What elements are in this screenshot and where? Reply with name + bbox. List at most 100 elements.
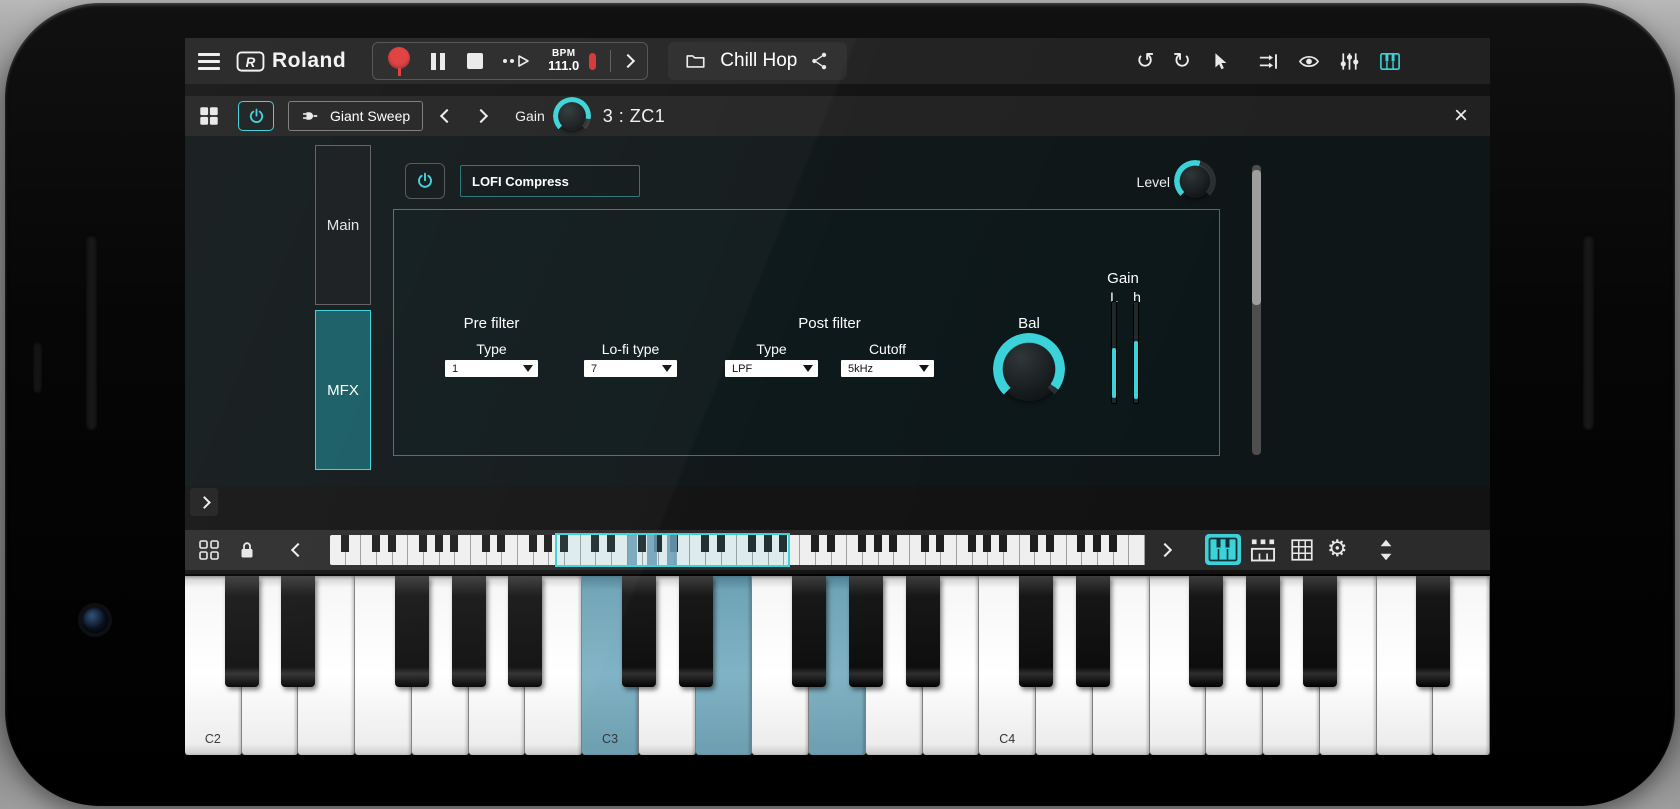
mini-black-key: [1077, 535, 1086, 552]
transport-expand-button[interactable]: [621, 53, 636, 69]
close-button[interactable]: ×: [1446, 101, 1476, 131]
keyboard-scroll-right-button[interactable]: [1152, 537, 1178, 563]
bpm-display[interactable]: BPM 111.0: [548, 48, 579, 73]
share-icon[interactable]: [810, 50, 831, 72]
cutoff-select[interactable]: 5kHz: [841, 360, 934, 377]
apps-grid-icon[interactable]: [198, 105, 220, 127]
editor-scrollbar[interactable]: [1252, 165, 1261, 455]
mini-pressed-note: [667, 535, 678, 565]
panel-expand-button[interactable]: [190, 488, 218, 516]
black-key-Gs2[interactable]: [451, 576, 486, 687]
song-title[interactable]: Chill Hop: [720, 50, 797, 72]
mini-pressed-note: [647, 535, 658, 565]
black-key-As4[interactable]: [1302, 576, 1337, 687]
mini-black-key: [372, 535, 381, 552]
keyboard-scroll-left-button[interactable]: [285, 537, 311, 563]
bal-knob[interactable]: [997, 337, 1061, 401]
pads-icon[interactable]: [197, 538, 221, 562]
black-key-Fs2[interactable]: [394, 576, 429, 687]
roland-logo: R Roland: [236, 49, 346, 73]
song-section: Chill Hop: [668, 42, 848, 80]
speaker-grille-left: [86, 233, 97, 429]
black-key-Gs4[interactable]: [1246, 576, 1281, 687]
mini-black-key: [998, 535, 1007, 552]
redo-button[interactable]: ↻: [1173, 50, 1191, 72]
scrollbar-thumb[interactable]: [1252, 170, 1261, 305]
lofi-type-value: 7: [591, 362, 598, 375]
grid-view-icon[interactable]: [1289, 537, 1315, 563]
patch-prev-button[interactable]: [433, 102, 461, 130]
black-key-Cs2[interactable]: [224, 576, 259, 687]
piano-keyboard[interactable]: C2 C3 C4: [185, 574, 1490, 755]
count-dot-icon: [503, 59, 508, 63]
gain-high-fill: [1134, 341, 1138, 399]
black-key-Fs4[interactable]: [1189, 576, 1224, 687]
pause-button[interactable]: [431, 52, 446, 70]
black-key-Ds3[interactable]: [678, 576, 713, 687]
record-stem: [398, 68, 402, 76]
pointer-tool-icon[interactable]: [1209, 50, 1231, 73]
scene: R Roland BPM 111.0 Chill Hop ↺ ↻ Giant S…: [0, 0, 1680, 809]
piano-view-icon[interactable]: [1378, 50, 1402, 73]
speaker-grille-right: [1583, 233, 1594, 429]
black-key-Fs3[interactable]: [792, 576, 827, 687]
hold-lock-icon[interactable]: [235, 538, 259, 562]
menu-button[interactable]: [198, 52, 220, 70]
black-key-Cs3[interactable]: [621, 576, 656, 687]
stop-button[interactable]: [467, 53, 484, 69]
count-in-button[interactable]: [503, 54, 530, 68]
lofi-type-label: Lo-fi type: [601, 341, 660, 357]
dropdown-caret-icon: [662, 365, 672, 372]
black-key-Cs5[interactable]: [1416, 576, 1451, 687]
mini-keyboard[interactable]: [330, 533, 1145, 567]
mini-black-key: [434, 535, 443, 552]
mini-keyboard-viewport[interactable]: [554, 533, 790, 567]
gain-label: Gain: [515, 108, 545, 124]
plugin-power-button[interactable]: [238, 101, 274, 131]
black-key-As3[interactable]: [905, 576, 940, 687]
mini-key: [408, 535, 428, 565]
folder-icon[interactable]: [684, 50, 707, 72]
postfilter-type-select[interactable]: LPF: [725, 360, 818, 377]
beat-indicator: [589, 52, 597, 70]
mixer-sliders-icon[interactable]: [1338, 50, 1361, 73]
patch-selector[interactable]: Giant Sweep: [288, 101, 424, 131]
routing-icon[interactable]: [1257, 50, 1280, 73]
tab-main[interactable]: Main: [315, 145, 371, 305]
prefilter-type-select[interactable]: 1: [445, 360, 538, 377]
gear-icon[interactable]: ⚙: [1327, 537, 1348, 560]
level-knob[interactable]: [1178, 164, 1212, 198]
gain-low-slider[interactable]: [1111, 301, 1117, 404]
prefilter-type-value: 1: [452, 362, 459, 375]
power-icon: [249, 108, 263, 123]
gain-high-slider[interactable]: [1133, 301, 1139, 404]
bpm-value: 111.0: [548, 58, 580, 74]
count-dot-icon: [510, 59, 515, 63]
keys-and-pads-view-icon[interactable]: [1249, 536, 1277, 564]
black-key-Gs3[interactable]: [848, 576, 883, 687]
mini-black-key: [1045, 535, 1054, 552]
postfilter-heading: Post filter: [798, 315, 861, 332]
effect-power-button[interactable]: [405, 163, 445, 199]
black-key-Cs4[interactable]: [1019, 576, 1054, 687]
mini-black-key: [481, 535, 490, 552]
black-key-As2[interactable]: [508, 576, 543, 687]
record-button[interactable]: [387, 45, 411, 77]
gain-meter-heading: Gain: [1107, 270, 1139, 287]
mini-key: [847, 535, 866, 565]
keyboard-view-button[interactable]: [1205, 534, 1241, 565]
effect-name-box[interactable]: LOFI Compress: [460, 165, 640, 197]
black-key-Ds2[interactable]: [281, 576, 316, 687]
expand-vertical-icon[interactable]: [1373, 536, 1399, 564]
roland-logo-text: Roland: [272, 49, 347, 72]
eye-icon[interactable]: [1297, 50, 1321, 73]
lofi-type-select[interactable]: 7: [584, 360, 677, 377]
gain-knob[interactable]: [556, 101, 587, 131]
mini-key: [800, 535, 819, 565]
patch-next-button[interactable]: [467, 102, 495, 130]
mini-black-key: [497, 535, 506, 552]
black-key-Ds4[interactable]: [1075, 576, 1110, 687]
tab-mfx[interactable]: MFX: [315, 310, 371, 470]
effect-panel: Pre filter Type 1 Lo-fi type 7 Post filt…: [393, 209, 1220, 456]
undo-button[interactable]: ↺: [1136, 50, 1154, 72]
